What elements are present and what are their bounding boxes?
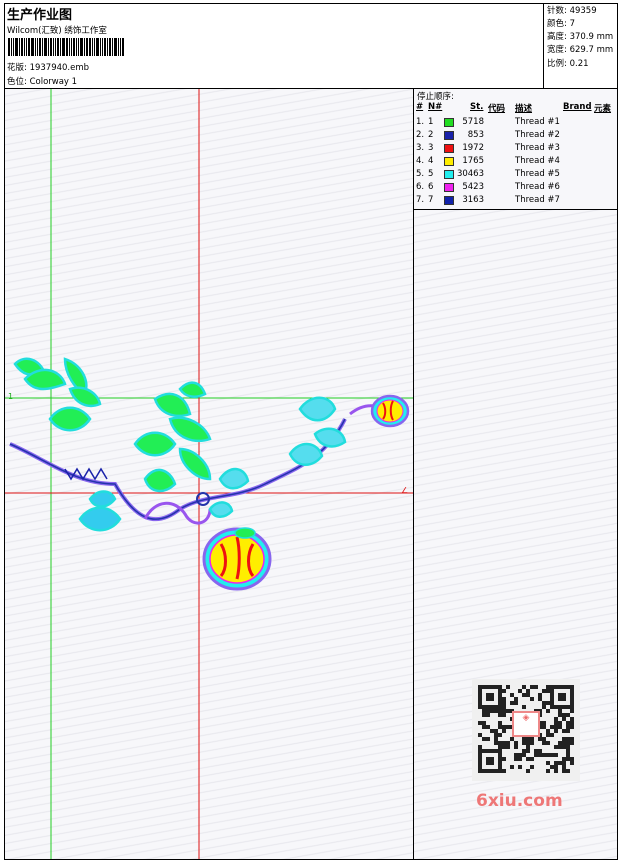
thread-table: 停止顺序: # N# St. 代码 描述 Brand 元素 1. 1 5718 Thr… (414, 89, 617, 210)
design-value: 1937940.emb (29, 63, 90, 73)
embroidery-preview: 1 ∠ (5, 89, 413, 859)
thread-stitches: 853 (467, 130, 484, 140)
stat-height: 高度: 370.9 mm (547, 32, 614, 42)
thread-row: 2. 2 853 Thread #2 (414, 129, 617, 142)
stat-colors: 颜色: 7 (547, 19, 575, 29)
thread-color-swatch (444, 131, 454, 140)
thread-row: 4. 4 1765 Thread #4 (414, 155, 617, 168)
col-stitches: St. (470, 102, 484, 112)
thread-table-title: 停止顺序: (417, 92, 454, 102)
thread-number: 1 (428, 117, 434, 127)
thread-number: 4 (428, 156, 434, 166)
thread-number: 2 (428, 130, 434, 140)
col-hash: # (416, 102, 424, 112)
design-label: 花版: (7, 63, 27, 73)
thread-description: Thread #1 (515, 117, 560, 127)
guide-marker-left: 1 (8, 392, 13, 401)
thread-description: Thread #7 (515, 195, 560, 205)
thread-description: Thread #6 (515, 182, 560, 192)
design-file-label: 花版: 1937940.emb (7, 61, 89, 73)
thread-table-header: # N# St. 代码 描述 Brand 元素 (414, 102, 617, 114)
thread-color-swatch (444, 183, 454, 192)
thread-stitches: 5718 (462, 117, 484, 127)
company-name: Wilcom(汇致) 绣饰工作室 (7, 26, 107, 36)
stat-width: 宽度: 629.7 mm (547, 45, 614, 55)
watermark-text: 6xiu.com (476, 791, 563, 811)
thread-color-swatch (444, 196, 454, 205)
thread-row: 5. 5 30463 Thread #5 (414, 168, 617, 181)
qr-code: ◈ (472, 679, 580, 781)
thread-stitches: 30463 (456, 169, 484, 179)
col-desc: 描述 (515, 104, 533, 114)
colorway-value: Colorway 1 (29, 77, 78, 87)
thread-index: 6. (416, 182, 425, 192)
thread-color-swatch (444, 157, 454, 166)
thread-row: 3. 3 1972 Thread #3 (414, 142, 617, 155)
thread-number: 3 (428, 143, 434, 153)
thread-description: Thread #5 (515, 169, 560, 179)
thread-number: 6 (428, 182, 434, 192)
thread-stitches: 5423 (462, 182, 484, 192)
stat-stitches: 针数: 49359 (547, 6, 597, 16)
thread-color-swatch (444, 118, 454, 127)
pumpkin-bottom (202, 527, 272, 591)
thread-description: Thread #2 (515, 130, 560, 140)
thread-color-swatch (444, 144, 454, 153)
thread-index: 1. (416, 117, 425, 127)
design-canvas: 1 ∠ (5, 89, 414, 859)
leaf-cluster-right (208, 396, 347, 518)
thread-stitches: 3163 (462, 195, 484, 205)
barcode (8, 38, 144, 58)
colorway-row: 色位: Colorway 1 (7, 75, 77, 87)
thread-index: 3. (416, 143, 425, 153)
col-code: 代码 (488, 104, 506, 114)
thread-stitches: 1972 (462, 143, 484, 153)
thread-description: Thread #3 (515, 143, 560, 153)
thread-number: 7 (428, 195, 434, 205)
thread-number: 5 (428, 169, 434, 179)
thread-color-swatch (444, 170, 454, 179)
thread-stitches: 1765 (462, 156, 484, 166)
col-brand: Brand (563, 102, 592, 112)
thread-panel: 停止顺序: # N# St. 代码 描述 Brand 元素 1. 1 5718 Thr… (414, 89, 617, 859)
guide-marker-right: ∠ (401, 486, 408, 495)
worksheet: 生产作业图 Wilcom(汇致) 绣饰工作室 花版: 1937940.emb 色… (4, 3, 618, 860)
stats-panel: 针数: 49359 颜色: 7 高度: 370.9 mm 宽度: 629.7 m… (543, 4, 618, 88)
thread-row: 6. 6 5423 Thread #6 (414, 181, 617, 194)
col-no: N# (428, 102, 443, 112)
colorway-label: 色位: (7, 77, 27, 87)
thread-description: Thread #4 (515, 156, 560, 166)
pumpkin-top-right (370, 394, 410, 428)
thread-index: 2. (416, 130, 425, 140)
page-title: 生产作业图 (7, 8, 73, 23)
stat-scale: 比例: 0.21 (547, 59, 589, 69)
leaf-cluster-low (78, 490, 122, 532)
thread-row: 7. 7 3163 Thread #7 (414, 194, 617, 207)
leaf-cluster-left (13, 357, 102, 432)
col-element: 元素 (594, 104, 612, 114)
thread-index: 7. (416, 195, 425, 205)
thread-index: 4. (416, 156, 425, 166)
thread-row: 1. 1 5718 Thread #1 (414, 116, 617, 129)
qr-center-logo-icon: ◈ (512, 711, 540, 737)
thread-index: 5. (416, 169, 425, 179)
